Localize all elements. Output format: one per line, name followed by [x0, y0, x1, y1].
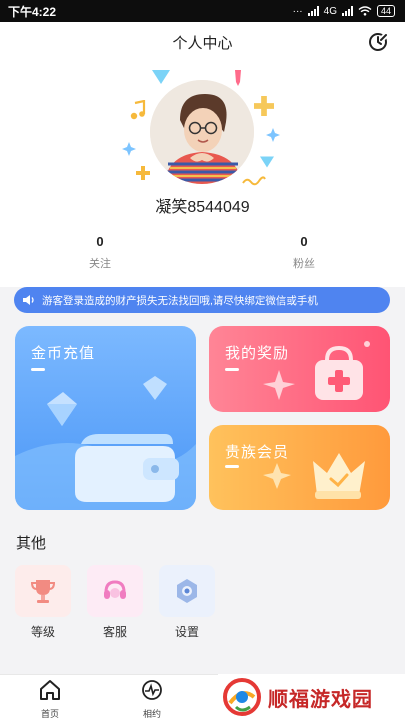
fans-label: 粉丝	[293, 258, 315, 270]
avatar-area	[120, 68, 285, 193]
edit-clock-icon[interactable]	[367, 31, 389, 53]
status-bar: 下午4:22 ··· 4G 44	[0, 0, 405, 22]
pulse-icon	[142, 680, 162, 700]
profile-section: 凝笑8544049 0 关注 0 粉丝	[0, 62, 405, 287]
status-icons: ··· 4G 44	[293, 5, 395, 17]
level-label: 等级	[30, 625, 55, 639]
watermark: 顺福游戏园	[218, 674, 405, 720]
my-rewards-card[interactable]: 我的奖励	[209, 326, 390, 412]
page-header: 个人中心	[0, 22, 405, 62]
dots-icon: ···	[292, 5, 303, 17]
gift-icon	[263, 341, 370, 400]
settings-label: 设置	[174, 625, 199, 639]
tab-meet[interactable]: 相约	[122, 679, 182, 720]
pencil-icon	[235, 70, 241, 86]
plus-icon	[136, 166, 150, 180]
notice-text: 游客登录造成的财产损失无法找回哦,请尽快绑定微信或手机	[42, 294, 318, 307]
trophy-icon	[15, 565, 71, 617]
level-entry[interactable]: 等级	[15, 565, 71, 640]
other-section-title: 其他	[16, 535, 47, 552]
settings-icon	[159, 565, 215, 617]
following-label: 关注	[89, 258, 111, 270]
watermark-logo-icon	[223, 678, 261, 716]
tab-home[interactable]: 首页	[20, 679, 80, 720]
wallet-icon	[15, 376, 196, 510]
crown-icon	[263, 453, 365, 499]
battery-indicator: 44	[376, 5, 395, 17]
fans-count: 0	[300, 234, 308, 249]
avatar[interactable]	[150, 80, 254, 184]
settings-entry[interactable]: 设置	[159, 565, 215, 640]
signal-icon-2	[341, 6, 353, 16]
network-type: 4G	[323, 5, 337, 17]
customer-service-label: 客服	[102, 625, 127, 639]
stat-fans[interactable]: 0 粉丝	[244, 234, 364, 271]
music-note-icon	[130, 100, 146, 120]
sparkle-icon-2	[266, 128, 280, 142]
tab-home-label: 首页	[40, 709, 59, 719]
plus-icon-2	[254, 96, 274, 116]
tab-meet-label: 相约	[142, 709, 161, 719]
customer-service-entry[interactable]: 客服	[87, 565, 143, 640]
triangle-icon-2	[260, 156, 274, 168]
signal-icon	[307, 6, 319, 16]
coin-recharge-card[interactable]: 金币充值	[15, 326, 196, 510]
watermark-text: 顺福游戏园	[268, 688, 373, 711]
noble-vip-card[interactable]: 贵族会员	[209, 425, 390, 510]
headset-icon	[87, 565, 143, 617]
guest-notice-banner[interactable]: 游客登录造成的财产损失无法找回哦,请尽快绑定微信或手机	[14, 287, 390, 313]
speaker-icon	[23, 295, 34, 305]
following-count: 0	[96, 234, 104, 249]
triangle-icon	[152, 70, 170, 84]
page-title: 个人中心	[172, 34, 233, 52]
wavy-line-icon	[242, 176, 266, 186]
stat-following[interactable]: 0 关注	[40, 234, 160, 271]
sparkle-icon	[122, 142, 136, 156]
wifi-icon	[358, 6, 372, 16]
home-icon	[40, 680, 60, 700]
status-time: 下午4:22	[8, 4, 57, 19]
username: 凝笑8544049	[155, 199, 250, 216]
